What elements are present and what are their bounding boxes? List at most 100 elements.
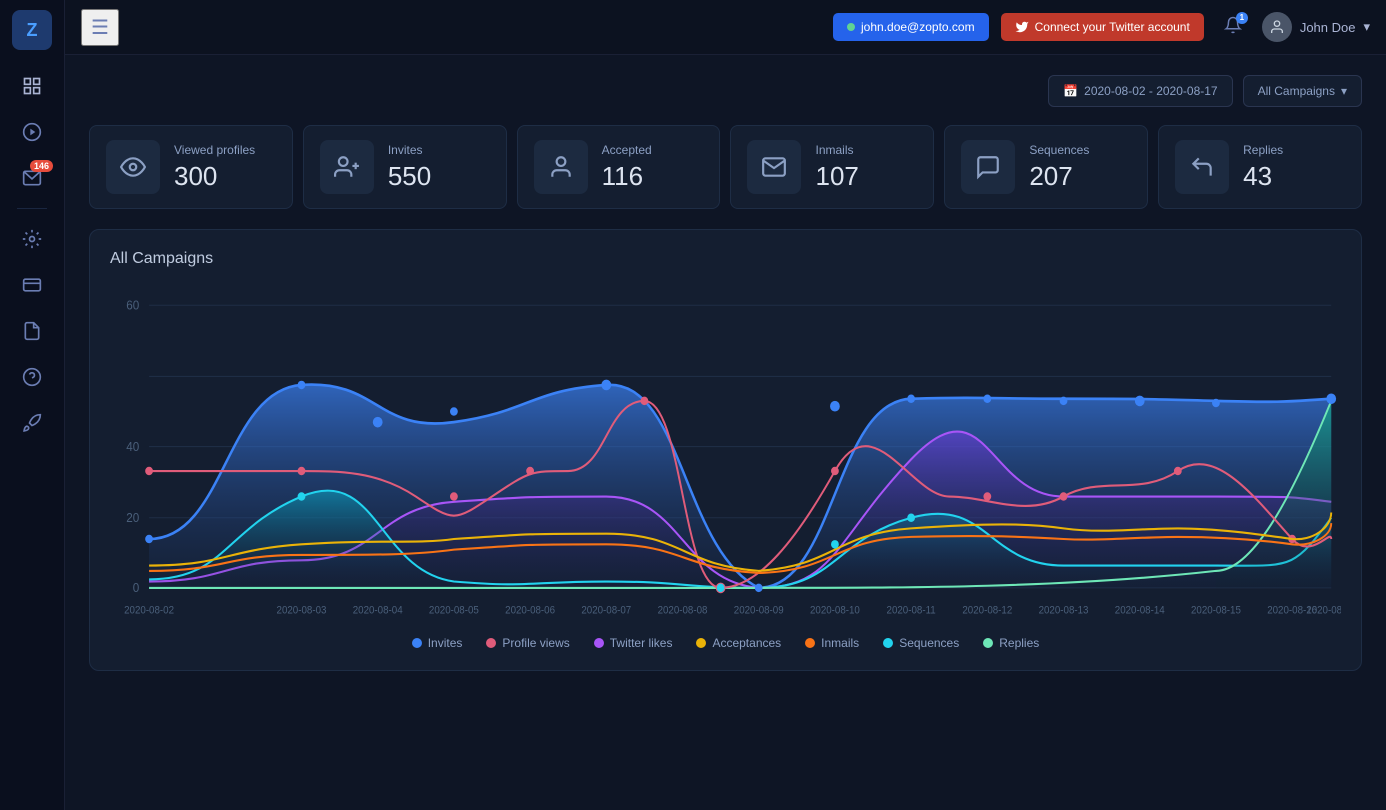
chart-wrap: 60 40 20 0	[110, 284, 1341, 624]
svg-text:40: 40	[126, 439, 139, 454]
mail-badge: 146	[30, 160, 53, 172]
legend-sequences: Sequences	[883, 636, 959, 650]
legend-invites-dot	[412, 638, 422, 648]
legend-replies-dot	[983, 638, 993, 648]
twitter-connect-button[interactable]: Connect your Twitter account	[1001, 13, 1204, 41]
viewed-label: Viewed profiles	[174, 143, 255, 157]
accepted-value: 116	[602, 161, 652, 192]
sidebar-item-play[interactable]	[9, 112, 55, 152]
notifications-button[interactable]: 1	[1216, 12, 1250, 43]
sequences-value: 207	[1029, 161, 1089, 192]
sidebar-divider	[17, 208, 47, 209]
twitter-label: Connect your Twitter account	[1035, 20, 1190, 34]
svg-text:2020-08-13: 2020-08-13	[1039, 605, 1089, 616]
email-label: john.doe@zopto.com	[861, 20, 975, 34]
viewed-icon-box	[106, 140, 160, 194]
sidebar-item-mail[interactable]: 146	[9, 158, 55, 198]
sidebar-item-settings[interactable]	[9, 219, 55, 259]
legend-sequences-label: Sequences	[899, 636, 959, 650]
date-range-label: 2020-08-02 - 2020-08-17	[1084, 84, 1217, 98]
calendar-icon: 📅	[1063, 84, 1078, 98]
sidebar-item-docs[interactable]	[9, 311, 55, 351]
stat-card-invites: Invites 550	[303, 125, 507, 209]
chart-legend: Invites Profile views Twitter likes Acce…	[110, 636, 1341, 650]
user-name: John Doe	[1300, 20, 1356, 35]
stat-card-inmails: Inmails 107	[730, 125, 934, 209]
legend-acceptances: Acceptances	[696, 636, 781, 650]
svg-text:2020-08-09: 2020-08-09	[734, 605, 784, 616]
legend-inmails: Inmails	[805, 636, 859, 650]
svg-text:20: 20	[126, 511, 139, 526]
sidebar-item-billing[interactable]	[9, 265, 55, 305]
email-account-button[interactable]: john.doe@zopto.com	[833, 13, 989, 41]
legend-acceptances-label: Acceptances	[712, 636, 781, 650]
reply-icon	[1189, 154, 1215, 180]
sidebar-item-help[interactable]	[9, 357, 55, 397]
app-logo[interactable]: Z	[12, 10, 52, 50]
svg-text:2020-08-17: 2020-08-17	[1306, 605, 1341, 616]
legend-replies-label: Replies	[999, 636, 1039, 650]
sidebar: Z 146	[0, 0, 65, 810]
sidebar-item-dashboard[interactable]	[9, 66, 55, 106]
menu-button[interactable]: ☰	[81, 9, 119, 46]
inmails-label: Inmails	[815, 143, 858, 157]
campaign-filter-button[interactable]: All Campaigns ▾	[1243, 75, 1362, 107]
replies-label: Replies	[1243, 143, 1283, 157]
user-menu-button[interactable]: John Doe ▾	[1262, 12, 1370, 42]
svg-text:2020-08-08: 2020-08-08	[658, 605, 708, 616]
user-dropdown-icon: ▾	[1363, 19, 1370, 35]
user-icon	[548, 154, 574, 180]
chart-card: All Campaigns	[89, 229, 1362, 671]
svg-text:2020-08-07: 2020-08-07	[581, 605, 631, 616]
date-range-button[interactable]: 📅 2020-08-02 - 2020-08-17	[1048, 75, 1232, 107]
stat-info-inmails: Inmails 107	[815, 143, 858, 192]
stat-card-viewed: Viewed profiles 300	[89, 125, 293, 209]
sidebar-item-rocket[interactable]	[9, 403, 55, 443]
filter-row: 📅 2020-08-02 - 2020-08-17 All Campaigns …	[89, 75, 1362, 107]
replies-value: 43	[1243, 161, 1283, 192]
stat-card-replies: Replies 43	[1158, 125, 1362, 209]
legend-acceptances-dot	[696, 638, 706, 648]
invites-label: Invites	[388, 143, 431, 157]
inmails-icon-box	[747, 140, 801, 194]
sequences-label: Sequences	[1029, 143, 1089, 157]
svg-text:2020-08-11: 2020-08-11	[887, 605, 936, 616]
legend-profile-views-label: Profile views	[502, 636, 569, 650]
svg-text:2020-08-05: 2020-08-05	[429, 605, 479, 616]
accepted-icon-box	[534, 140, 588, 194]
svg-text:2020-08-12: 2020-08-12	[962, 605, 1012, 616]
invites-icon-box	[320, 140, 374, 194]
campaign-dropdown-icon: ▾	[1341, 84, 1347, 98]
accepted-label: Accepted	[602, 143, 652, 157]
svg-text:2020-08-10: 2020-08-10	[810, 605, 860, 616]
svg-text:2020-08-14: 2020-08-14	[1115, 605, 1165, 616]
svg-text:0: 0	[133, 581, 140, 596]
sequences-icon-box	[961, 140, 1015, 194]
email-status-dot	[847, 23, 855, 31]
twitter-icon	[1015, 20, 1029, 34]
invites-value: 550	[388, 161, 431, 192]
user-avatar	[1262, 12, 1292, 42]
stat-card-accepted: Accepted 116	[517, 125, 721, 209]
add-user-icon	[334, 154, 360, 180]
stats-row: Viewed profiles 300 Invites 550	[89, 125, 1362, 209]
stat-info-invites: Invites 550	[388, 143, 431, 192]
svg-text:2020-08-15: 2020-08-15	[1191, 605, 1241, 616]
svg-text:60: 60	[126, 298, 139, 313]
chat-icon	[975, 154, 1001, 180]
replies-icon-box	[1175, 140, 1229, 194]
stat-info-replies: Replies 43	[1243, 143, 1283, 192]
svg-text:2020-08-04: 2020-08-04	[353, 605, 403, 616]
legend-invites: Invites	[412, 636, 463, 650]
stat-info-sequences: Sequences 207	[1029, 143, 1089, 192]
svg-text:2020-08-02: 2020-08-02	[124, 605, 174, 616]
legend-twitter-likes-dot	[594, 638, 604, 648]
legend-profile-views: Profile views	[486, 636, 569, 650]
legend-profile-views-dot	[486, 638, 496, 648]
notification-badge: 1	[1236, 12, 1248, 24]
svg-text:2020-08-06: 2020-08-06	[505, 605, 555, 616]
main-chart: 60 40 20 0	[110, 284, 1341, 624]
legend-invites-label: Invites	[428, 636, 463, 650]
svg-text:2020-08-03: 2020-08-03	[277, 605, 327, 616]
campaign-label: All Campaigns	[1258, 84, 1335, 98]
